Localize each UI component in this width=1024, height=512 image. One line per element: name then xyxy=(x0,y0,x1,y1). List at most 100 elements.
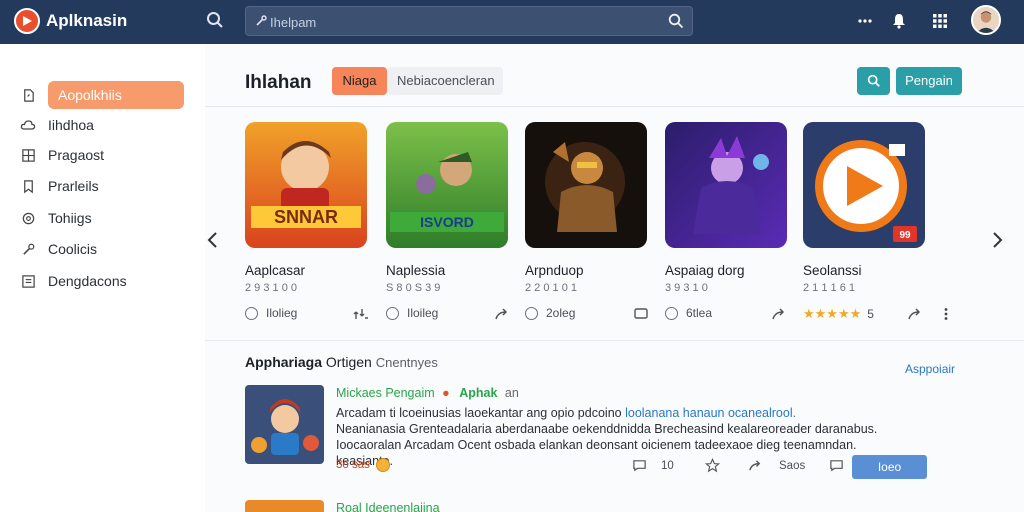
app-like-label: Iloileg xyxy=(407,306,439,320)
app-meta: 2 2 0 1 0 1 xyxy=(525,282,577,294)
comment-button[interactable]: 10 xyxy=(632,458,674,473)
tab-niaga[interactable]: Niaga xyxy=(332,67,387,95)
star-rating-icon: ★★★★★ xyxy=(803,306,862,321)
sidebar-item-dengdacons[interactable]: Dengdacons xyxy=(18,267,186,295)
settings-icon xyxy=(20,210,36,226)
app-thumbnail[interactable] xyxy=(525,122,647,248)
app-like-label: Ilolieg xyxy=(266,306,298,320)
main-content: Ihlahan Niaga Nebiacoencleran Pengain SN… xyxy=(205,44,1024,512)
section-title-main: Apphariaga xyxy=(245,354,323,370)
app-like-button[interactable]: Iloileg xyxy=(386,306,438,320)
search-button[interactable] xyxy=(857,67,890,95)
save-label[interactable]: Saos xyxy=(779,460,805,472)
more-vertical-icon[interactable] xyxy=(938,306,954,322)
section-title-sub: Ortigen xyxy=(325,354,372,370)
sidebar-item-label: Aopolkhiis xyxy=(48,81,184,109)
review-username[interactable]: Mickaes Pengaim xyxy=(336,386,435,400)
share-arrow-icon[interactable] xyxy=(771,306,787,322)
app-name[interactable]: Aspaiag dorg xyxy=(665,263,745,278)
tab-nebiacoencleran[interactable]: Nebiacoencleran xyxy=(387,67,503,95)
section-divider xyxy=(205,340,1024,341)
share-icon[interactable] xyxy=(353,306,369,322)
app-card[interactable]: Arpnduop 2 2 0 1 0 1 2oleg xyxy=(525,122,655,332)
app-like-label: 6tlea xyxy=(686,306,713,320)
carousel-prev-arrow-icon[interactable] xyxy=(205,230,221,250)
favorite-button[interactable] xyxy=(705,458,720,473)
section-see-all-link[interactable]: Asppoiair xyxy=(905,362,955,376)
app-rating: ★★★★★ 5 xyxy=(803,306,874,322)
search-input[interactable] xyxy=(270,12,650,32)
share-arrow-icon[interactable] xyxy=(494,306,510,322)
more-dots-icon[interactable] xyxy=(855,11,875,31)
svg-text:SNNAR: SNNAR xyxy=(274,207,338,227)
app-card[interactable]: ISVORD Naplessia S 8 0 S 3 9 Iloileg xyxy=(386,122,516,332)
emoji-face-icon xyxy=(375,458,390,472)
app-thumbnail[interactable]: SNNAR xyxy=(245,122,367,248)
comment-icon[interactable] xyxy=(633,306,649,322)
section-title-tail: Cnentnyes xyxy=(375,355,438,370)
app-like-button[interactable]: 2oleg xyxy=(525,306,575,320)
sidebar-item-iihdhoa[interactable]: Iihdhoa xyxy=(18,111,186,139)
search-field-icon xyxy=(254,14,268,28)
app-thumbnail[interactable]: ISVORD xyxy=(386,122,508,248)
like-circle-icon xyxy=(386,306,399,320)
apps-grid-icon[interactable] xyxy=(930,11,950,31)
page-title: Ihlahan xyxy=(245,72,312,93)
app-name[interactable]: Aaplcasar xyxy=(245,263,305,278)
review-meta: an xyxy=(504,386,519,400)
sidebar-item-label: Dengdacons xyxy=(48,273,127,289)
document-icon xyxy=(20,87,36,103)
tools-icon xyxy=(20,241,36,257)
app-thumbnail[interactable]: 99 xyxy=(803,122,925,248)
review-date: 3o sas xyxy=(336,458,390,472)
sidebar-item-tohiigs[interactable]: Tohiigs xyxy=(18,204,186,232)
emoji-icon: ● xyxy=(442,386,450,400)
share-arrow-icon[interactable] xyxy=(907,306,923,322)
sidebar-item-aopolkhiis[interactable]: Aopolkhiis xyxy=(18,81,186,109)
reply-button[interactable]: Ioeo xyxy=(852,455,927,479)
report-button[interactable] xyxy=(829,458,844,473)
sidebar-item-label: Coolicis xyxy=(48,241,98,257)
review-app-thumbnail[interactable] xyxy=(245,385,324,464)
like-circle-icon xyxy=(665,306,678,320)
app-title: Aplknasin xyxy=(46,11,128,30)
app-card[interactable]: 99 Seolanssi 2 1 1 1 6 1 ★★★★★ 5 xyxy=(803,122,933,332)
app-card[interactable]: Aspaiag dorg 3 9 3 1 0 6tlea xyxy=(665,122,795,332)
bookmark-icon xyxy=(20,178,36,194)
sidebar-item-label: Iihdhoa xyxy=(48,117,94,133)
user-avatar[interactable] xyxy=(971,5,1001,35)
app-like-label: 2oleg xyxy=(546,306,576,320)
search-submit-icon[interactable] xyxy=(668,13,684,29)
app-name[interactable]: Naplessia xyxy=(386,263,445,278)
review-header: Mickaes Pengaim ● Aphak an xyxy=(336,386,519,400)
comment-count: 10 xyxy=(661,459,674,472)
next-review-username[interactable]: Roal Ideenenlaiina xyxy=(336,501,440,512)
cloud-icon xyxy=(20,117,36,133)
search-bar[interactable] xyxy=(245,6,693,36)
sidebar-item-prarleils[interactable]: Prarleils xyxy=(18,172,186,200)
top-bar: Aplknasin xyxy=(0,0,1024,44)
app-meta: 2 1 1 1 6 1 xyxy=(803,282,855,294)
comment-icon xyxy=(633,460,646,472)
svg-text:99: 99 xyxy=(899,230,911,241)
search-icon[interactable] xyxy=(206,11,224,29)
svg-text:ISVORD: ISVORD xyxy=(420,214,474,230)
app-name[interactable]: Seolanssi xyxy=(803,263,862,278)
sidebar-item-label: Pragaost xyxy=(48,147,105,163)
sidebar-item-coolicis[interactable]: Coolicis xyxy=(18,235,186,263)
next-review-thumbnail[interactable] xyxy=(245,500,324,512)
carousel-next-arrow-icon[interactable] xyxy=(989,230,1005,250)
notification-bell-icon[interactable] xyxy=(889,11,909,31)
app-like-button[interactable]: 6tlea xyxy=(665,306,712,320)
app-logo-icon[interactable] xyxy=(14,8,40,34)
app-thumbnail[interactable] xyxy=(665,122,787,248)
primary-action-button[interactable]: Pengain xyxy=(896,67,962,95)
share-button[interactable]: Saos xyxy=(748,458,805,473)
sidebar: Aopolkhiis Iihdhoa Pragaost Prarleils To… xyxy=(0,44,205,512)
app-name[interactable]: Arpnduop xyxy=(525,263,584,278)
star-outline-icon xyxy=(705,458,720,473)
sidebar-item-pragaost[interactable]: Pragaost xyxy=(18,141,186,169)
app-card[interactable]: SNNAR Aaplcasar 2 9 3 1 0 0 Ilolieg xyxy=(245,122,375,332)
app-like-button[interactable]: Ilolieg xyxy=(245,306,297,320)
review-line: Arcadam ti lcoeinusias laoekantar ang op… xyxy=(336,406,797,420)
